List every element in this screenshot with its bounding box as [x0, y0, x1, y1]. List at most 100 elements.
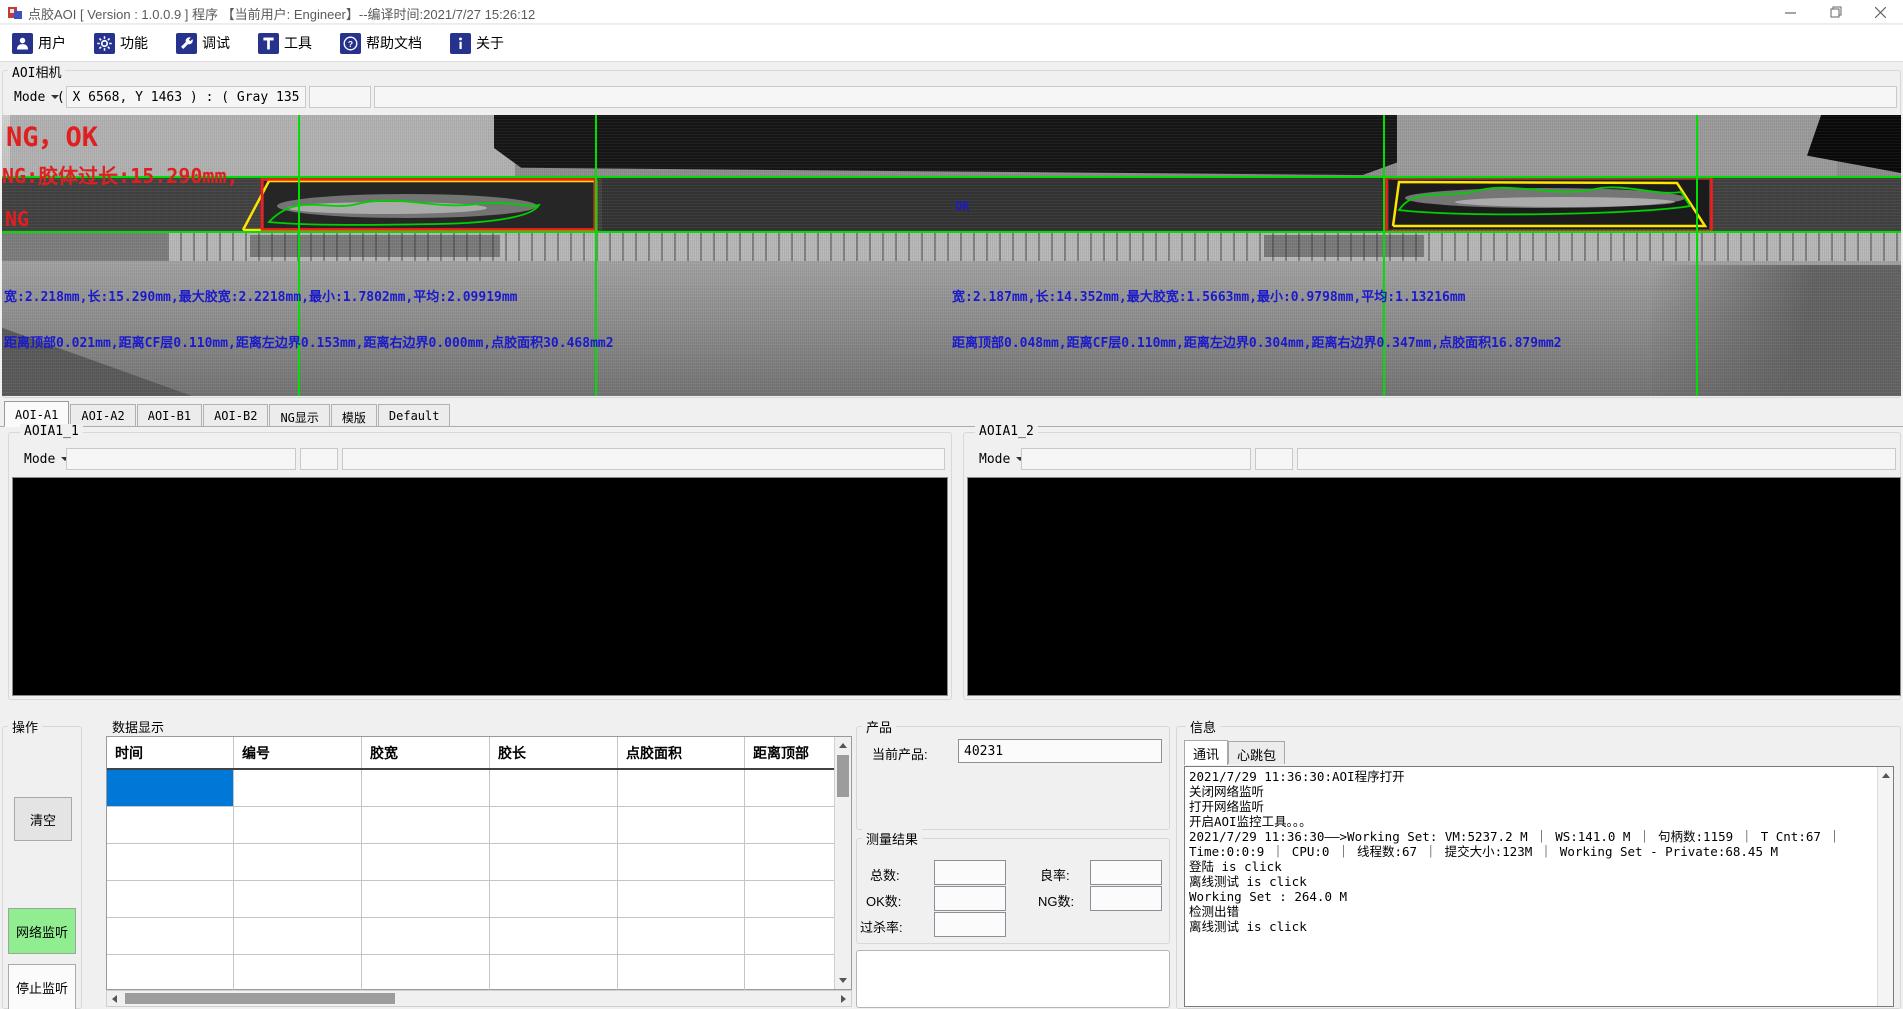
overkill-field[interactable] [934, 912, 1006, 937]
close-button[interactable] [1858, 0, 1903, 24]
col-id[interactable]: 编号 [234, 737, 362, 768]
scroll-right-icon[interactable] [841, 995, 846, 1003]
tab-template[interactable]: 模版 [331, 404, 377, 426]
vertical-scroll-thumb[interactable] [837, 755, 849, 797]
log-line: 开启AOI监控工具。。。 [1189, 814, 1889, 829]
left-measure-line1: 宽:2.218mm,长:15.290mm,最大胶宽:2.2218mm,最小:1.… [4, 286, 518, 305]
table-row[interactable] [107, 918, 851, 955]
table-row[interactable] [107, 881, 851, 918]
result-detail-panel [856, 950, 1170, 1008]
camera-mode-box3[interactable] [374, 86, 1897, 108]
wrench-icon [176, 33, 197, 54]
ng-message-text: NG:胶体过长:15.290mm, [2, 160, 239, 189]
log-line: 离线测试 is click [1189, 874, 1889, 889]
aoia1-1-box1[interactable] [66, 448, 296, 470]
log-line: 登陆 is click [1189, 859, 1889, 874]
toolbar-tools-button[interactable]: 工具 [258, 33, 312, 54]
ng-count-field[interactable] [1090, 886, 1162, 911]
ok-count-field[interactable] [934, 886, 1006, 911]
total-field[interactable] [934, 860, 1006, 885]
col-glue-area[interactable]: 点胶面积 [618, 737, 745, 768]
communication-log[interactable]: 2021/7/29 11:36:30:AOI程序打开 关闭网络监听 打开网络监听… [1184, 766, 1894, 1007]
camera-viewport[interactable]: NG，OK NG:胶体过长:15.290mm, NG OK 宽:2.218mm,… [2, 115, 1901, 396]
crosshair-vline-2 [595, 115, 597, 396]
table-horizontal-scrollbar[interactable] [106, 990, 852, 1007]
tab-aoi-a2[interactable]: AOI-A2 [70, 404, 135, 426]
log-line: Working Set : 264.0 M [1189, 889, 1889, 904]
clear-button[interactable]: 清空 [14, 797, 72, 841]
scroll-up-icon[interactable] [1882, 773, 1890, 778]
stop-listen-button[interactable]: 停止监听 [8, 964, 76, 1009]
table-row[interactable] [107, 955, 851, 992]
table-row[interactable] [107, 770, 851, 807]
crosshair-vline-1 [298, 115, 300, 396]
aoia1-1-box3[interactable] [342, 448, 945, 470]
ng-flag-text: NG [5, 207, 29, 231]
data-table-header: 时间 编号 胶宽 胶长 点胶面积 距离顶部 [107, 737, 851, 770]
horizontal-scroll-thumb[interactable] [125, 993, 395, 1004]
col-time[interactable]: 时间 [107, 737, 234, 768]
aoia1-2-label: AOIA1_2 [975, 424, 1038, 439]
image-lower-band [2, 261, 1901, 396]
toolbar-help-button[interactable]: ? 帮助文档 [340, 33, 422, 54]
ok-flag-text: OK [955, 199, 969, 213]
scroll-down-icon[interactable] [839, 978, 847, 983]
aoia1-1-image-view[interactable] [12, 477, 948, 696]
toolbar-about-button[interactable]: 关于 [450, 33, 504, 54]
dispensing-aoi-window: 点胶AOI [ Version : 1.0.0.9 ] 程序 【当前用户: En… [0, 0, 1903, 1009]
scroll-up-icon[interactable] [839, 743, 847, 748]
tool-icon [258, 33, 279, 54]
scroll-left-icon[interactable] [112, 995, 117, 1003]
crosshair-hline-2 [2, 231, 1901, 233]
aoia1-2-box1[interactable] [1021, 448, 1251, 470]
table-row[interactable] [107, 844, 851, 881]
network-listen-button[interactable]: 网络监听 [8, 908, 76, 954]
current-product-field[interactable]: 40231 [958, 739, 1162, 763]
operation-label: 操作 [8, 717, 42, 736]
tab-aoi-b1[interactable]: AOI-B1 [137, 404, 202, 426]
log-line: Time:0:0:9 ｜ CPU:0 ｜ 线程数:67 ｜ 提交大小:123M … [1189, 844, 1889, 859]
minimize-icon [1785, 7, 1796, 18]
camera-mode-box2[interactable] [309, 86, 371, 108]
gear-icon [94, 33, 115, 54]
measurement-label: 测量结果 [862, 829, 922, 848]
aoia1-2-box3[interactable] [1297, 448, 1896, 470]
tab-default[interactable]: Default [378, 404, 451, 426]
col-glue-width[interactable]: 胶宽 [362, 737, 490, 768]
toolbar-user-button[interactable]: 用户 [12, 33, 66, 54]
tab-communication[interactable]: 通讯 [1184, 740, 1228, 765]
selected-cell[interactable] [107, 770, 234, 806]
camera-coordinates-box[interactable]: ( X 6568, Y 1463 ) : ( Gray 135 ) [66, 86, 306, 108]
right-measure-line1: 宽:2.187mm,长:14.352mm,最大胶宽:1.5663mm,最小:0.… [952, 286, 1466, 305]
crosshair-vline-3 [1383, 115, 1385, 396]
main-toolbar: 用户 功能 调试 工具 ? 帮助文档 [0, 25, 1903, 62]
image-mid-darker-center [602, 176, 1392, 232]
log-scrollbar[interactable] [1877, 767, 1893, 1006]
toolbar-debug-button[interactable]: 调试 [176, 33, 230, 54]
yield-field[interactable] [1090, 860, 1162, 885]
table-vertical-scrollbar[interactable] [834, 737, 851, 989]
table-row[interactable] [107, 807, 851, 844]
user-icon [12, 33, 33, 54]
image-module-left [250, 235, 500, 257]
log-line: 2021/7/29 11:36:30:AOI程序打开 [1189, 769, 1889, 784]
minimize-button[interactable] [1768, 0, 1813, 24]
col-dist-top[interactable]: 距离顶部 [745, 737, 835, 768]
log-line: 离线测试 is click [1189, 919, 1889, 934]
info-label: 信息 [1186, 717, 1220, 736]
product-label: 产品 [862, 717, 896, 736]
aoia1-1-label: AOIA1_1 [20, 424, 83, 439]
tab-aoi-b2[interactable]: AOI-B2 [203, 404, 268, 426]
restore-button[interactable] [1813, 0, 1858, 24]
tab-heartbeat[interactable]: 心跳包 [1228, 741, 1285, 764]
log-line: 检测出错 [1189, 904, 1889, 919]
tab-ng-display[interactable]: NG显示 [269, 404, 329, 426]
toolbar-function-button[interactable]: 功能 [94, 33, 148, 54]
data-display-label: 数据显示 [108, 717, 168, 736]
info-icon [450, 33, 471, 54]
aoia1-2-image-view[interactable] [967, 477, 1901, 696]
log-line: 打开网络监听 [1189, 799, 1889, 814]
col-glue-length[interactable]: 胶长 [490, 737, 618, 768]
aoia1-1-box2[interactable] [300, 448, 338, 470]
aoia1-2-box2[interactable] [1255, 448, 1293, 470]
